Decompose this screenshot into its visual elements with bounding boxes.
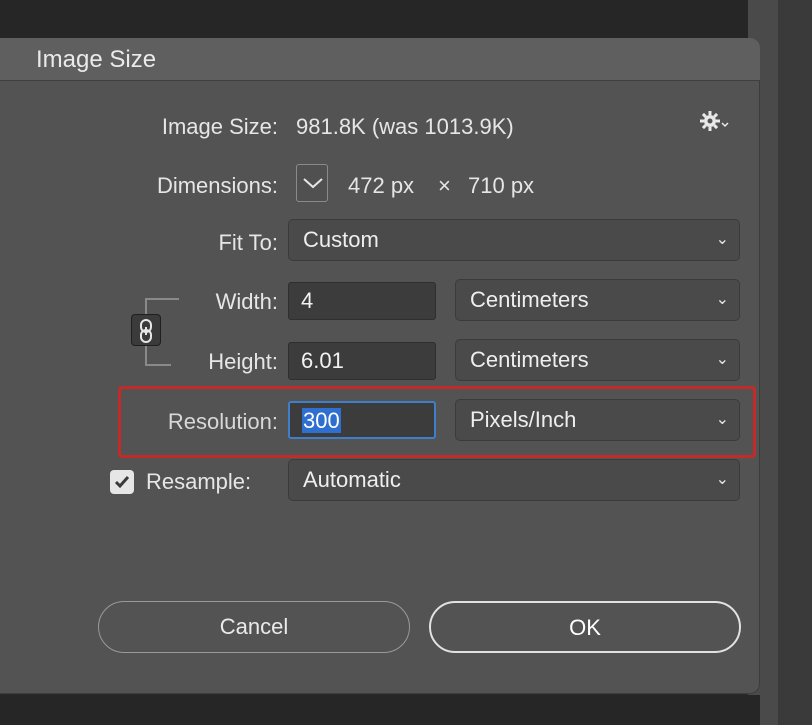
width-input[interactable]: 4 (288, 282, 436, 320)
resample-select[interactable]: Automatic ⌄ (288, 459, 740, 501)
chevron-down-icon: ⌄ (715, 411, 729, 428)
height-input[interactable]: 6.01 (288, 342, 436, 380)
resolution-unit-select[interactable]: Pixels/Inch ⌄ (455, 399, 740, 441)
dialog-titlebar: Image Size (0, 38, 760, 81)
background-bottom (0, 695, 760, 725)
gear-icon[interactable] (700, 110, 730, 140)
fit-to-label: Fit To: (218, 230, 278, 255)
chevron-down-icon: ⌄ (715, 231, 729, 248)
width-unit-select[interactable]: Centimeters ⌄ (455, 279, 740, 321)
dimensions-dropdown-button[interactable] (296, 164, 328, 202)
dimensions-times: × (438, 173, 451, 198)
image-size-dialog: Image Size Image Size: 981.8K (was 1013.… (0, 38, 760, 694)
fit-to-select[interactable]: Custom ⌄ (288, 219, 740, 261)
resample-value: Automatic (303, 467, 401, 492)
dialog-title: Image Size (36, 46, 157, 73)
image-size-value: 981.8K (was 1013.9K) (296, 114, 514, 139)
dimensions-label: Dimensions: (156, 173, 278, 198)
constrain-proportions-button[interactable] (131, 314, 161, 346)
dimensions-height-px: 710 px (468, 173, 535, 198)
chevron-down-icon (303, 178, 323, 189)
background-top (0, 0, 748, 38)
chevron-down-icon: ⌄ (715, 351, 729, 368)
dimensions-width-px: 472 px (348, 173, 415, 198)
height-label: Height: (208, 349, 278, 374)
resolution-input[interactable]: 300 (288, 401, 436, 439)
background-right-scroll (778, 0, 812, 725)
width-unit-value: Centimeters (470, 287, 589, 312)
resample-label: Resample: (146, 469, 252, 494)
ok-button[interactable]: OK (429, 601, 741, 653)
resolution-label: Resolution: (167, 409, 278, 434)
checkmark-icon (114, 476, 130, 489)
fit-to-value: Custom (303, 227, 379, 252)
cancel-button[interactable]: Cancel (98, 601, 410, 653)
chevron-down-icon: ⌄ (715, 291, 729, 308)
resample-checkbox[interactable] (110, 470, 134, 494)
resolution-value: 300 (302, 408, 341, 433)
chevron-down-icon: ⌄ (715, 471, 729, 488)
image-size-label: Image Size: (161, 114, 278, 139)
resolution-unit-value: Pixels/Inch (470, 407, 577, 432)
height-unit-value: Centimeters (470, 347, 589, 372)
height-unit-select[interactable]: Centimeters ⌄ (455, 339, 740, 381)
width-label: Width: (215, 289, 278, 314)
link-icon (140, 319, 152, 343)
